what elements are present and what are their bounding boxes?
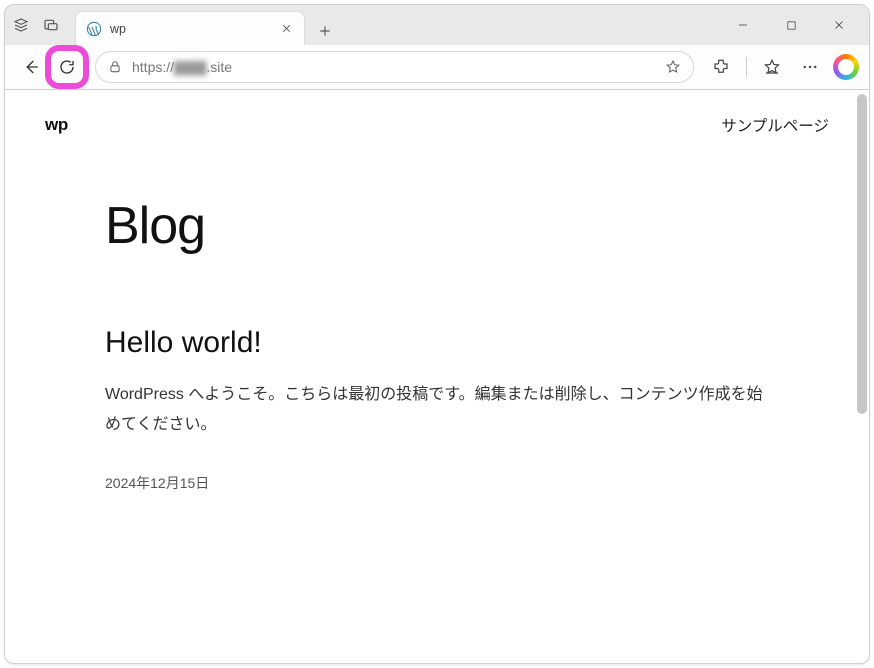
site-security-icon[interactable] bbox=[108, 60, 122, 74]
titlebar-left-icons bbox=[13, 17, 59, 33]
page-heading: Blog bbox=[105, 196, 769, 256]
copilot-icon[interactable] bbox=[833, 54, 859, 80]
favorite-star-icon[interactable] bbox=[665, 59, 681, 75]
viewport: wp サンプルページ Blog Hello world! WordPress へ… bbox=[5, 90, 869, 664]
toolbar: https:// ▇▇▇ .site bbox=[5, 45, 869, 89]
window-maximize-button[interactable] bbox=[769, 10, 813, 40]
window-controls bbox=[721, 10, 861, 40]
tab-strip: wp bbox=[75, 5, 339, 45]
more-menu-icon[interactable] bbox=[795, 52, 825, 82]
url-host-blurred: ▇▇▇ bbox=[174, 59, 206, 76]
site-header: wp サンプルページ bbox=[5, 90, 869, 148]
extensions-icon[interactable] bbox=[706, 52, 736, 82]
main-content: Blog Hello world! WordPress へようこそ。こちらは最初… bbox=[5, 148, 869, 533]
scrollbar-thumb[interactable] bbox=[857, 94, 867, 414]
browser-window: wp bbox=[4, 4, 870, 664]
post-excerpt: WordPress へようこそ。こちらは最初の投稿です。編集または削除し、コンテ… bbox=[105, 380, 765, 439]
site-nav: サンプルページ bbox=[721, 114, 829, 136]
workspaces-icon[interactable] bbox=[13, 17, 29, 33]
titlebar: wp bbox=[5, 5, 869, 45]
tab-actions-icon[interactable] bbox=[43, 17, 59, 33]
site-title[interactable]: wp bbox=[45, 115, 68, 135]
post: Hello world! WordPress へようこそ。こちらは最初の投稿です… bbox=[105, 326, 769, 493]
url-suffix: .site bbox=[206, 59, 232, 76]
tab-close-button[interactable] bbox=[278, 21, 294, 37]
wordpress-favicon-icon bbox=[86, 21, 102, 37]
post-title[interactable]: Hello world! bbox=[105, 326, 769, 360]
browser-tab[interactable]: wp bbox=[75, 11, 305, 45]
new-tab-button[interactable] bbox=[311, 17, 339, 45]
tab-title: wp bbox=[110, 22, 270, 36]
url-protocol: https:// bbox=[132, 59, 174, 76]
toolbar-right bbox=[706, 52, 859, 82]
window-close-button[interactable] bbox=[817, 10, 861, 40]
address-bar[interactable]: https:// ▇▇▇ .site bbox=[95, 51, 694, 83]
page-content: wp サンプルページ Blog Hello world! WordPress へ… bbox=[5, 90, 869, 664]
post-date: 2024年12月15日 bbox=[105, 473, 769, 493]
refresh-button[interactable] bbox=[51, 51, 83, 83]
url-text: https:// ▇▇▇ .site bbox=[132, 59, 655, 76]
window-minimize-button[interactable] bbox=[721, 10, 765, 40]
toolbar-divider bbox=[746, 57, 747, 77]
back-button[interactable] bbox=[15, 51, 47, 83]
nav-sample-page[interactable]: サンプルページ bbox=[721, 118, 829, 135]
favorites-icon[interactable] bbox=[757, 52, 787, 82]
browser-chrome: wp bbox=[5, 5, 869, 90]
